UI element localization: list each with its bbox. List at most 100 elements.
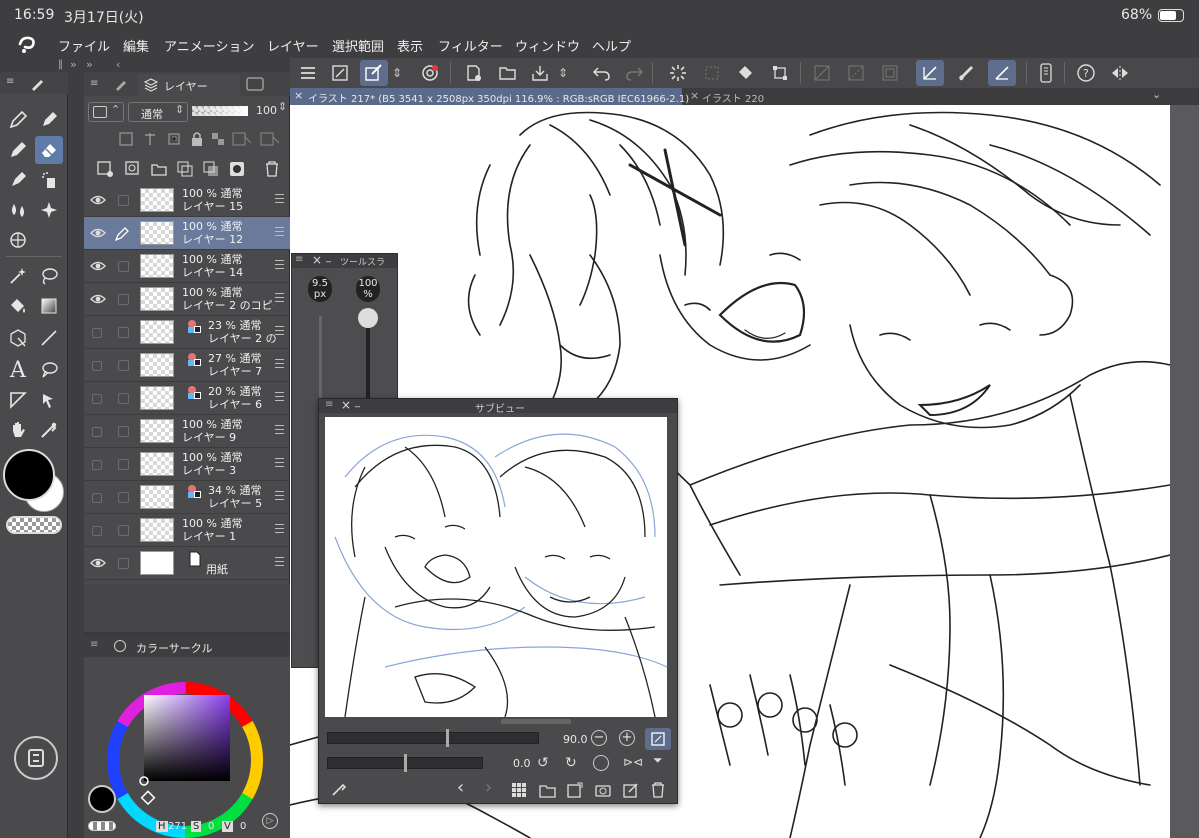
ruler-snap-icon[interactable] — [808, 60, 836, 86]
visibility-toggle[interactable] — [92, 460, 102, 470]
layer-menu-icon[interactable] — [275, 359, 284, 368]
close-tab-2-icon[interactable]: × — [690, 89, 699, 102]
open-icon[interactable] — [494, 60, 522, 86]
layer-row[interactable]: 100 % 通常 レイヤー 9 — [84, 415, 290, 448]
menu-layer[interactable]: レイヤー — [267, 36, 319, 55]
line-stabilize-icon[interactable] — [988, 60, 1016, 86]
opacity-slider-knob[interactable] — [358, 308, 378, 328]
layer-opacity-value[interactable]: 100 — [256, 104, 277, 117]
tool-slider-minimize-icon[interactable]: _ — [326, 252, 331, 263]
layer-tab[interactable]: レイヤー — [138, 74, 240, 96]
layer-menu-icon[interactable] — [275, 425, 284, 434]
menu-animation[interactable]: アニメーション — [164, 36, 254, 55]
main-color-swatch[interactable] — [3, 449, 55, 501]
transform-icon[interactable] — [766, 60, 794, 86]
sub-view-close-icon[interactable]: × — [341, 398, 351, 412]
layer-lock-checkbox[interactable] — [118, 327, 129, 338]
brush-tab-icon[interactable] — [30, 75, 46, 91]
visibility-eye-icon[interactable] — [90, 193, 106, 207]
text-tool-icon[interactable]: A — [4, 356, 32, 384]
zoom-in-icon[interactable]: + — [619, 730, 635, 746]
layer-menu-icon[interactable] — [275, 260, 284, 269]
tool-tab-menu-icon[interactable]: ≡ — [6, 76, 14, 87]
transparent-color-swatch[interactable] — [6, 516, 62, 534]
layer-lock-checkbox[interactable] — [118, 393, 129, 404]
reference-image[interactable] — [325, 417, 667, 717]
material-icon[interactable] — [416, 60, 444, 86]
get-canvas-icon[interactable] — [567, 782, 583, 798]
draft-layer-icon[interactable] — [142, 131, 158, 147]
zoom-slider[interactable] — [327, 732, 539, 744]
layer-opacity-slider[interactable] — [192, 106, 248, 116]
fill-command-icon[interactable] — [732, 60, 760, 86]
visibility-toggle[interactable] — [92, 361, 102, 371]
menu-selection[interactable]: 選択範囲 — [332, 36, 384, 55]
rotate-left-icon[interactable]: ↺ — [537, 755, 549, 771]
collapse-handle-icon[interactable]: ‖ — [58, 59, 63, 70]
auto-select-tool-icon[interactable] — [4, 262, 32, 290]
next-image-icon[interactable]: › — [485, 777, 492, 798]
layer-menu-icon[interactable] — [275, 227, 284, 236]
layer-properties-tab-icon[interactable] — [114, 77, 128, 91]
deselect-icon[interactable] — [698, 60, 726, 86]
layer-lock-checkbox[interactable] — [118, 195, 129, 206]
sub-view-drag-icon[interactable]: ≡ — [325, 399, 333, 410]
navigator-tab-icon[interactable] — [246, 76, 264, 92]
layer-color-toggle[interactable]: ⌃ — [88, 102, 124, 122]
camera-icon[interactable] — [595, 782, 611, 798]
layer-row[interactable]: 100 % 通常 レイヤー 14 — [84, 250, 290, 283]
image-list-icon[interactable] — [511, 782, 527, 798]
line-tool-icon[interactable] — [35, 324, 63, 352]
layer-menu-icon[interactable] — [275, 491, 284, 500]
redo-icon[interactable] — [620, 60, 648, 86]
expand-panel-icon[interactable]: » — [70, 58, 77, 71]
layer-menu-icon[interactable] — [275, 458, 284, 467]
opacity-stepper-icon[interactable]: ⇕ — [278, 100, 287, 113]
frame-tool-icon[interactable] — [4, 386, 32, 414]
sub-view-minimize-icon[interactable]: _ — [355, 397, 360, 408]
zoom-out-icon[interactable]: − — [591, 730, 607, 746]
save-icon[interactable] — [526, 60, 554, 86]
visibility-toggle[interactable] — [92, 328, 102, 338]
visibility-eye-icon[interactable] — [90, 226, 106, 240]
new-vector-layer-icon[interactable] — [124, 160, 142, 178]
canvas-tab-inactive[interactable]: × イラスト 220 — [688, 88, 786, 105]
sub-view-eyedropper-icon[interactable] — [331, 781, 347, 797]
layer-lock-checkbox[interactable] — [118, 360, 129, 371]
visibility-eye-icon[interactable] — [90, 556, 106, 570]
reset-rotation-icon[interactable] — [593, 755, 609, 771]
flip-h-icon[interactable]: ⊳⊲ — [623, 755, 643, 769]
gradient-tool-icon[interactable] — [35, 292, 63, 320]
clip-layer-icon[interactable] — [166, 131, 182, 147]
layer-tab-menu-icon[interactable]: ≡ — [90, 78, 98, 89]
pen-tool-icon[interactable] — [4, 106, 32, 134]
reference-layer-icon[interactable] — [118, 131, 134, 147]
layer-row[interactable]: 100 % 通常 レイヤー 3 — [84, 448, 290, 481]
operation-tool-icon[interactable] — [4, 324, 32, 352]
play-icon[interactable]: ▷ — [262, 813, 278, 829]
decoration-tool-icon[interactable] — [35, 196, 63, 224]
smartphone-icon[interactable] — [1032, 60, 1060, 86]
layer-lock-checkbox[interactable] — [118, 426, 129, 437]
visibility-toggle[interactable] — [92, 394, 102, 404]
quick-access-icon[interactable] — [360, 60, 388, 86]
layer-row[interactable]: 用紙 — [84, 547, 290, 580]
layer-menu-icon[interactable] — [275, 524, 284, 533]
brush-tool-icon[interactable] — [4, 136, 32, 164]
sub-view-scrollbar[interactable] — [501, 719, 571, 724]
visibility-eye-icon[interactable] — [90, 259, 106, 273]
correct-line-tool-icon[interactable] — [35, 386, 63, 414]
layer-lock-checkbox[interactable] — [118, 459, 129, 470]
mask-lock-icon[interactable] — [232, 131, 252, 147]
lock-icon[interactable] — [190, 131, 204, 147]
flip-v-icon[interactable]: ⏷ — [653, 753, 663, 768]
brush-command-icon[interactable] — [952, 60, 980, 86]
balloon-tool-icon[interactable] — [35, 356, 63, 384]
help-icon[interactable]: ? — [1072, 60, 1100, 86]
double-chevron-icon[interactable]: » — [86, 58, 93, 71]
loading-icon[interactable] — [664, 60, 692, 86]
grid-snap-icon[interactable] — [876, 60, 904, 86]
layer-menu-icon[interactable] — [275, 392, 284, 401]
mask-enable-icon[interactable] — [260, 131, 280, 147]
hue-ring[interactable] — [104, 679, 266, 838]
